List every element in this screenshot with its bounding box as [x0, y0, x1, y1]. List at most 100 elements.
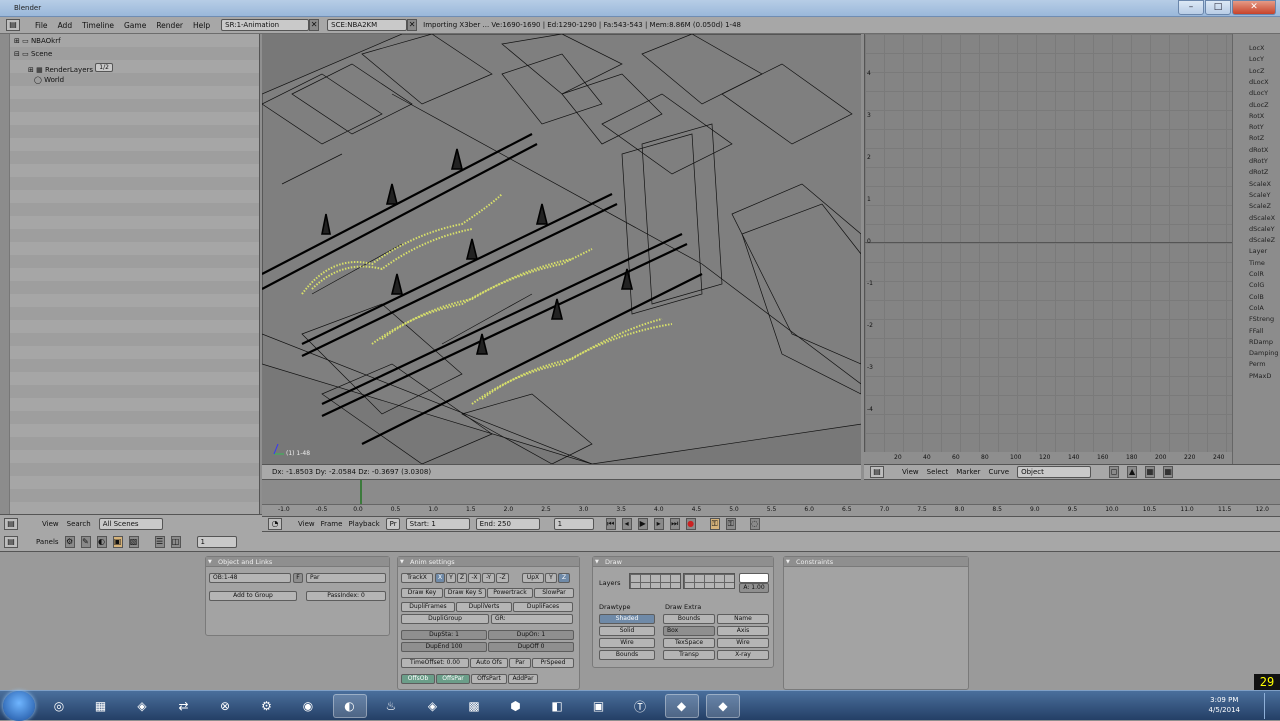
axis-y-button[interactable]: Y — [446, 573, 456, 583]
script-icon[interactable]: ✎ — [80, 535, 91, 548]
auto-ofs-button[interactable]: Auto Ofs — [470, 658, 508, 668]
offs-part-button[interactable]: OffsPart — [471, 674, 507, 684]
extra-wire-button[interactable]: Wire — [717, 638, 769, 648]
up-x-button[interactable]: UpX — [522, 573, 544, 583]
outliner-item-renderlayers[interactable]: ⊞ ▦ RenderLayers 1/2 — [28, 63, 113, 74]
drawtype-wire[interactable]: Wire — [599, 638, 655, 648]
jump-start-icon[interactable]: ⏮ — [605, 518, 616, 530]
alpha-field[interactable]: A: 1.00 — [739, 583, 769, 593]
parent-field[interactable]: Par — [306, 573, 386, 583]
ipo-channel-damping[interactable]: Damping — [1249, 349, 1279, 357]
add-par-button[interactable]: AddPar — [508, 674, 538, 684]
app-icon[interactable]: ◈ — [416, 694, 450, 718]
timeline-view-menu[interactable]: View — [298, 520, 315, 528]
app-icon-2[interactable]: ⬢ — [499, 694, 533, 718]
scene-delete-icon[interactable]: ✕ — [407, 19, 418, 31]
scene-selector[interactable]: SCE:NBA2KM — [327, 19, 408, 31]
ipo-channel-fstreng[interactable]: FStreng — [1249, 315, 1274, 323]
extra-xray-button[interactable]: X-ray — [717, 650, 769, 660]
duplifaces-button[interactable]: DupliFaces — [513, 602, 573, 612]
ipo-channel-rdamp[interactable]: RDamp — [1249, 338, 1273, 346]
draw-key-sel-button[interactable]: Draw Key S — [444, 588, 486, 598]
layer-grid-b[interactable] — [683, 573, 735, 589]
next-key-icon[interactable]: ▸ — [653, 518, 664, 530]
drawtype-solid[interactable]: Solid — [599, 626, 655, 636]
ipo-channel-scalex[interactable]: ScaleX — [1249, 180, 1271, 188]
bounds-type-select[interactable]: Box — [663, 626, 715, 636]
screen-selector[interactable]: SR:1-Animation — [221, 19, 310, 31]
ipo-channel-rotx[interactable]: RotX — [1249, 112, 1264, 120]
editor-type-icon[interactable]: ▤ — [6, 19, 20, 31]
minecraft-icon[interactable]: ▩ — [457, 694, 491, 718]
show-desktop-button[interactable] — [1264, 693, 1274, 719]
gear-icon[interactable]: ⚙ — [250, 694, 284, 718]
ipo-channel-dscalez[interactable]: dScaleZ — [1249, 236, 1275, 244]
timeline-cursor[interactable] — [360, 480, 362, 504]
ipo-channel-scalez[interactable]: ScaleZ — [1249, 202, 1271, 210]
ipo-channel-layer[interactable]: Layer — [1249, 247, 1267, 255]
start-button[interactable] — [3, 691, 35, 721]
close-button[interactable]: ✕ — [1232, 0, 1276, 15]
layer-grid-a[interactable] — [629, 573, 681, 589]
ipo-channel-drotx[interactable]: dRotX — [1249, 146, 1268, 154]
minimize-button[interactable]: – — [1178, 0, 1204, 15]
network-icon[interactable]: ⇄ — [167, 694, 201, 718]
menu-timeline[interactable]: Timeline — [77, 21, 119, 30]
timeline[interactable]: -1.0 -0.5 0.0 0.5 1.0 1.5 2.0 2.5 3.0 3.5 4.0 4.5 5.… — [262, 480, 1280, 516]
app-icon-4[interactable]: ▣ — [582, 694, 616, 718]
ipo-copy-icon[interactable]: ▦ — [1145, 466, 1156, 478]
axis-negx-button[interactable]: -X — [468, 573, 481, 583]
ipo-paste-icon[interactable]: ▦ — [1163, 466, 1174, 478]
menu-help[interactable]: Help — [188, 21, 215, 30]
dupligroup-field[interactable]: GR: — [491, 614, 573, 624]
timeline-frame-menu[interactable]: Frame — [321, 520, 343, 528]
insert-key-icon[interactable]: ⚿ — [725, 518, 736, 530]
extra-bounds-button[interactable]: Bounds — [663, 614, 715, 624]
dupliframes-button[interactable]: DupliFrames — [401, 602, 455, 612]
prev-key-icon[interactable]: ◂ — [621, 518, 632, 530]
t-icon[interactable]: Ⓣ — [623, 694, 657, 718]
drawtype-shaded[interactable]: Shaded — [599, 614, 655, 624]
logic-icon[interactable]: ⚙ — [64, 535, 75, 548]
wmp-icon[interactable]: ◈ — [125, 694, 159, 718]
fake-user-button[interactable]: F — [293, 573, 303, 583]
timeline-preview-toggle[interactable]: Pr — [385, 518, 400, 530]
steam-icon[interactable]: ♨ — [374, 694, 408, 718]
timeline-start-field[interactable]: Start: 1 — [405, 518, 470, 530]
outliner-type-icon[interactable]: ▤ — [4, 517, 18, 530]
menu-game[interactable]: Game — [119, 21, 151, 30]
timeline-current-frame[interactable]: 1 — [553, 518, 594, 530]
render-icon[interactable]: ◫ — [170, 535, 181, 548]
ipo-type-icon[interactable]: ▤ — [870, 466, 884, 478]
maximize-button[interactable]: □ — [1205, 0, 1231, 15]
menu-render[interactable]: Render — [151, 21, 188, 30]
draw-key-button[interactable]: Draw Key — [401, 588, 443, 598]
ipo-channel-colb[interactable]: ColB — [1249, 293, 1264, 301]
pass-index-field[interactable]: PassIndex: 0 — [306, 591, 386, 601]
taskbar-clock[interactable]: 3:09 PM 4/5/2014 — [1209, 695, 1240, 715]
object-color-swatch[interactable] — [739, 573, 769, 583]
ipo-pin-icon[interactable]: ◻ — [1109, 466, 1120, 478]
jump-end-icon[interactable]: ⏭ — [669, 518, 680, 530]
dupligroup-button[interactable]: DupliGroup — [401, 614, 489, 624]
axis-z-button[interactable]: Z — [457, 573, 467, 583]
ipo-channel-dscalex[interactable]: dScaleX — [1249, 214, 1275, 222]
ipo-channel-locz[interactable]: LocZ — [1249, 67, 1265, 75]
outliner-item-object[interactable]: ⊞ ▭ NBAOkrf — [14, 37, 61, 45]
ipo-channel-dlocy[interactable]: dLocY — [1249, 89, 1268, 97]
ipo-channel-pmaxd[interactable]: PMaxD — [1249, 372, 1271, 380]
ipo-editor[interactable]: 4 3 2 1 0 -1 -2 -3 -4 — [864, 34, 1233, 464]
ipo-channel-colg[interactable]: ColG — [1249, 281, 1264, 289]
buttons-frame-field[interactable]: 1 — [196, 535, 237, 548]
ie-icon[interactable]: ◎ — [42, 694, 76, 718]
ipo-channel-locy[interactable]: LocY — [1249, 55, 1264, 63]
ipo-channel-dlocx[interactable]: dLocX — [1249, 78, 1269, 86]
offs-ob-button[interactable]: OffsOb — [401, 674, 435, 684]
powertrack-button[interactable]: Powertrack — [487, 588, 533, 598]
folder-icon[interactable]: ▦ — [84, 694, 118, 718]
outliner-item-world[interactable]: ◯ World — [34, 76, 64, 84]
extra-texspace-button[interactable]: TexSpace — [663, 638, 715, 648]
dup-end-field[interactable]: DupEnd 100 — [401, 642, 487, 652]
dup-on-field[interactable]: DupOn: 1 — [488, 630, 574, 640]
outliner-view-menu[interactable]: View — [42, 520, 59, 528]
